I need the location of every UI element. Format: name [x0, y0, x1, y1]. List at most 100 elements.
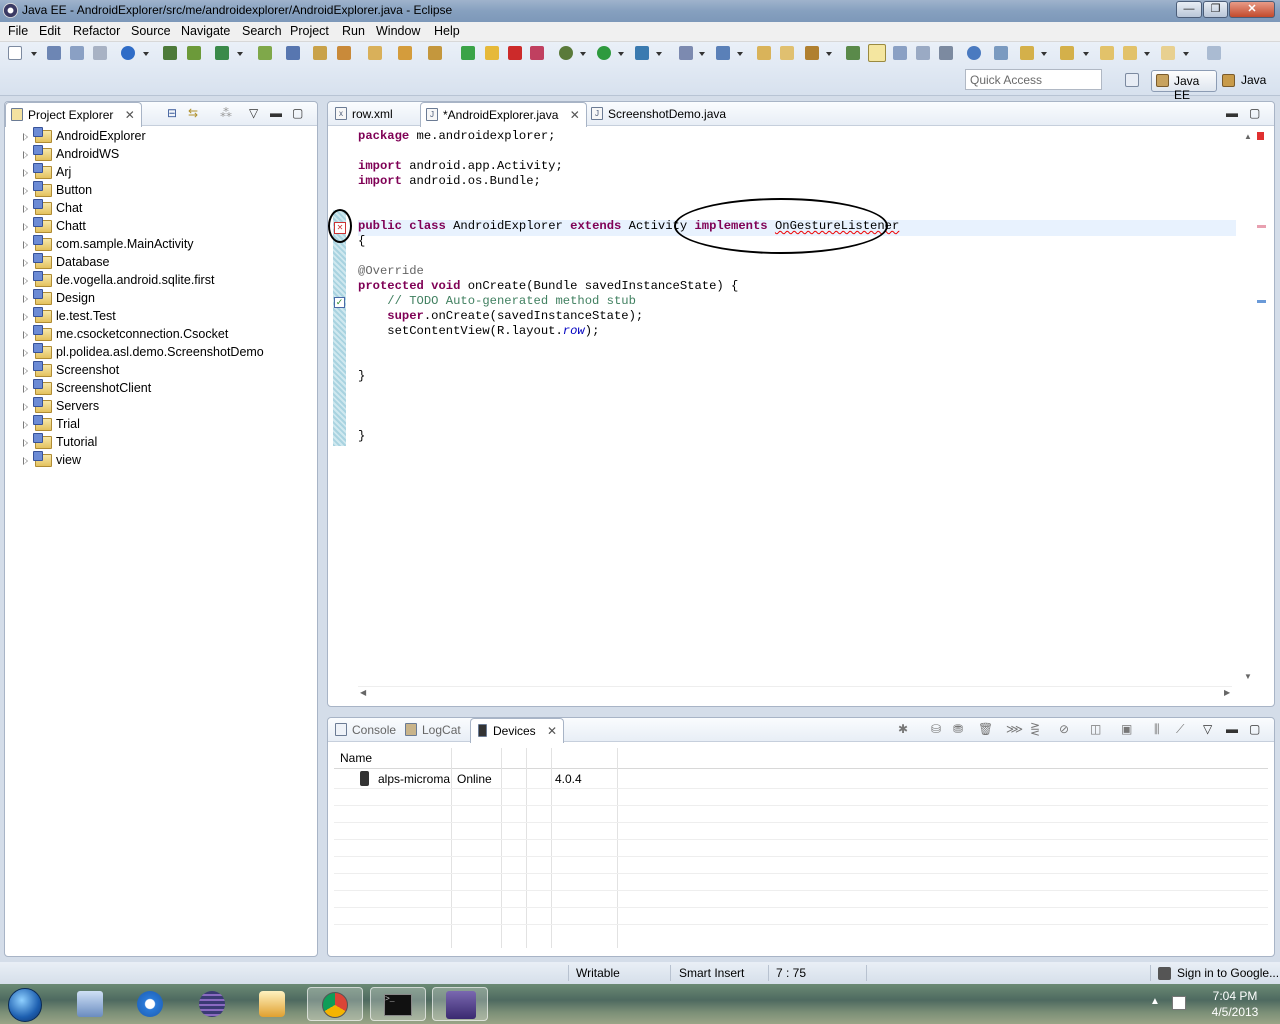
- dropdown-arrow-icon[interactable]: [31, 52, 37, 56]
- taskbar-virtualbox[interactable]: [63, 987, 119, 1021]
- expand-arrow-icon[interactable]: [23, 133, 28, 141]
- sign-in-google-link[interactable]: Sign in to Google...: [1177, 966, 1279, 980]
- menu-project[interactable]: Project: [290, 24, 329, 38]
- pilcrow-icon[interactable]: [939, 46, 953, 60]
- tree-item-view[interactable]: view: [9, 451, 313, 470]
- start-method-profiling-icon[interactable]: ⋛: [1030, 722, 1040, 736]
- open-folder-icon[interactable]: [757, 46, 771, 60]
- taskbar-internet-explorer[interactable]: [123, 987, 179, 1021]
- cause-gc-icon[interactable]: 🗑: [978, 722, 993, 736]
- google-icon[interactable]: [121, 46, 135, 60]
- expand-arrow-icon[interactable]: [23, 169, 28, 177]
- update-heap-icon[interactable]: ⛁: [931, 722, 941, 736]
- taskbar-eclipse-javaee[interactable]: [432, 987, 488, 1021]
- dropdown-arrow-icon[interactable]: [699, 52, 705, 56]
- close-icon[interactable]: ✕: [547, 724, 557, 738]
- step-over-icon[interactable]: [428, 46, 442, 60]
- taskbar-chrome[interactable]: [307, 987, 363, 1021]
- expand-arrow-icon[interactable]: [23, 151, 28, 159]
- open-resource-icon[interactable]: [780, 46, 794, 60]
- dropdown-arrow-icon[interactable]: [1144, 52, 1150, 56]
- tree-item-tutorial[interactable]: Tutorial: [9, 433, 313, 452]
- expand-arrow-icon[interactable]: [23, 313, 28, 321]
- dropdown-arrow-icon[interactable]: [618, 52, 624, 56]
- globe-icon[interactable]: [967, 46, 981, 60]
- show-hidden-icons-icon[interactable]: ▲: [1150, 996, 1160, 1007]
- close-icon[interactable]: ✕: [570, 108, 580, 122]
- tree-item-chatt[interactable]: Chatt: [9, 217, 313, 236]
- tree-item-design[interactable]: Design: [9, 289, 313, 308]
- dropdown-arrow-icon[interactable]: [656, 52, 662, 56]
- quick-access-input[interactable]: Quick Access: [965, 69, 1102, 90]
- expand-arrow-icon[interactable]: [23, 439, 28, 447]
- expand-arrow-icon[interactable]: [23, 277, 28, 285]
- dropdown-arrow-icon[interactable]: [1183, 52, 1189, 56]
- maximize-icon[interactable]: ▢: [1249, 722, 1260, 736]
- toggle-breadcrumb-icon[interactable]: [846, 46, 860, 60]
- task-overview-marker[interactable]: [1257, 300, 1266, 303]
- dropdown-arrow-icon[interactable]: [1041, 52, 1047, 56]
- tree-item-screenshotclient[interactable]: ScreenshotClient: [9, 379, 313, 398]
- expand-arrow-icon[interactable]: [23, 457, 28, 465]
- screen-capture-icon[interactable]: ◫: [1090, 722, 1101, 736]
- menu-refactor[interactable]: Refactor: [73, 24, 120, 38]
- menu-help[interactable]: Help: [434, 24, 460, 38]
- expand-arrow-icon[interactable]: [23, 385, 28, 393]
- horizontal-scrollbar[interactable]: ◀ ▶: [358, 686, 1232, 698]
- tree-item-button[interactable]: Button: [9, 181, 313, 200]
- new-icon[interactable]: [8, 46, 22, 60]
- tab-logcat[interactable]: LogCat: [400, 718, 467, 742]
- maximize-window-button[interactable]: ❐: [1203, 1, 1228, 18]
- expand-arrow-icon[interactable]: [23, 331, 28, 339]
- expand-arrow-icon[interactable]: [23, 223, 28, 231]
- expand-arrow-icon[interactable]: [23, 349, 28, 357]
- debug-icon[interactable]: [559, 46, 573, 60]
- run-icon[interactable]: [597, 46, 611, 60]
- disconnect-icon[interactable]: [530, 46, 544, 60]
- menu-run[interactable]: Run: [342, 24, 365, 38]
- tab-devices[interactable]: Devices ✕: [470, 718, 565, 743]
- tab-console[interactable]: Console: [330, 718, 402, 742]
- new-class-icon[interactable]: [716, 46, 730, 60]
- taskbar-command-prompt[interactable]: >_: [370, 987, 426, 1021]
- forward-icon[interactable]: [1161, 46, 1175, 60]
- expand-arrow-icon[interactable]: [23, 205, 28, 213]
- expand-arrow-icon[interactable]: [23, 367, 28, 375]
- tree-item-chat[interactable]: Chat: [9, 199, 313, 218]
- avd-manager-icon[interactable]: [187, 46, 201, 60]
- mark-occurrences-icon[interactable]: [868, 44, 886, 62]
- maximize-icon[interactable]: ▢: [1249, 106, 1260, 120]
- print-icon[interactable]: [93, 46, 107, 60]
- column-header-name[interactable]: Name: [334, 748, 378, 768]
- code-editor[interactable]: package me.androidexplorer; import andro…: [358, 129, 1236, 444]
- update-threads-icon[interactable]: ⋙: [1006, 722, 1023, 736]
- expand-arrow-icon[interactable]: [23, 187, 28, 195]
- menu-source[interactable]: Source: [131, 24, 171, 38]
- perspective-java-ee[interactable]: Java EE: [1151, 70, 1217, 102]
- tree-item-androidws[interactable]: AndroidWS: [9, 145, 313, 164]
- systrace-icon[interactable]: ⫼: [1154, 722, 1160, 737]
- perspective-java[interactable]: Java: [1222, 73, 1266, 87]
- block-selection-icon[interactable]: [893, 46, 907, 60]
- menu-search[interactable]: Search: [242, 24, 282, 38]
- next-annotation-icon[interactable]: [313, 46, 327, 60]
- dropdown-arrow-icon[interactable]: [237, 52, 243, 56]
- tree-item-arj[interactable]: Arj: [9, 163, 313, 182]
- menu-navigate[interactable]: Navigate: [181, 24, 230, 38]
- scroll-down-icon[interactable]: ▼: [1244, 672, 1252, 681]
- tree-item-trial[interactable]: Trial: [9, 415, 313, 434]
- focus-icon[interactable]: ⁂: [220, 106, 232, 120]
- minimize-icon[interactable]: ▬: [1226, 106, 1238, 120]
- run-external-icon[interactable]: [635, 46, 649, 60]
- taskbar-eclipse[interactable]: [185, 987, 241, 1021]
- save-icon[interactable]: [47, 46, 61, 60]
- suspend-icon[interactable]: [485, 46, 499, 60]
- android-sdk-icon[interactable]: [163, 46, 177, 60]
- scroll-left-icon[interactable]: ◀: [360, 688, 366, 697]
- expand-arrow-icon[interactable]: [23, 403, 28, 411]
- taskbar-clock[interactable]: 7:04 PM 4/5/2013: [1200, 988, 1270, 1020]
- step-into-icon[interactable]: [398, 46, 412, 60]
- debug-process-icon[interactable]: ✱: [898, 722, 908, 736]
- new-server-icon[interactable]: [679, 46, 693, 60]
- minimize-icon[interactable]: ▬: [1226, 722, 1238, 736]
